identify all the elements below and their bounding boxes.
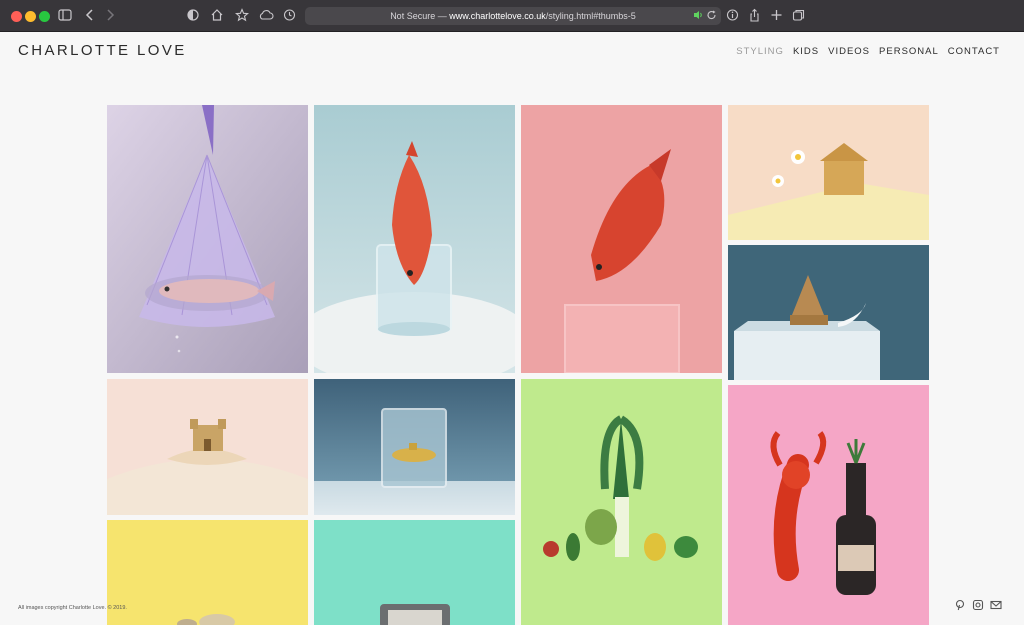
speaker-icon[interactable] <box>693 8 705 24</box>
thumbnail-vegetable-characters[interactable] <box>521 379 722 625</box>
nav-kids[interactable]: KIDS <box>793 46 819 57</box>
thumbnail-red-fish-pink[interactable] <box>521 105 722 373</box>
sidebar-icon[interactable] <box>58 8 74 24</box>
mail-icon[interactable] <box>990 598 1002 610</box>
thumbnail-house-daisy[interactable] <box>728 105 929 240</box>
history-icon[interactable] <box>283 8 297 24</box>
nav-contact[interactable]: CONTACT <box>948 46 1000 57</box>
web-page: CHARLOTTE LOVE STYLING KIDS VIDEOS PERSO… <box>0 33 1024 625</box>
forward-icon[interactable] <box>104 8 118 24</box>
pinterest-icon[interactable] <box>954 598 966 611</box>
copyright-text: All images copyright Charlotte Love. © 2… <box>18 605 127 611</box>
back-icon[interactable] <box>84 8 98 24</box>
thumbnail-fish-in-glass[interactable] <box>314 105 515 373</box>
tabs-icon[interactable] <box>792 8 806 24</box>
not-secure-label: Not Secure — <box>390 11 450 21</box>
nav-styling[interactable]: STYLING <box>736 46 784 57</box>
zoom-window-button[interactable] <box>39 11 50 22</box>
close-window-button[interactable] <box>11 11 22 22</box>
url-path: /styling.html#thumbs-5 <box>545 11 636 21</box>
new-tab-icon[interactable] <box>770 8 784 24</box>
home-icon[interactable] <box>210 8 226 24</box>
share-icon[interactable] <box>748 8 762 24</box>
url-host: www.charlottelove.co.uk <box>449 11 546 21</box>
thumbnail-sardine-tin[interactable] <box>314 520 515 625</box>
cloud-icon[interactable] <box>258 8 276 24</box>
nav-videos[interactable]: VIDEOS <box>828 46 870 57</box>
star-icon[interactable] <box>235 8 251 24</box>
url-text: Not Secure — www.charlottelove.co.uk/sty… <box>305 7 721 25</box>
browser-toolbar: Not Secure — www.charlottelove.co.uk/sty… <box>0 0 1024 32</box>
thumbnail-boat-plinth[interactable] <box>728 245 929 380</box>
reload-icon[interactable] <box>706 8 718 24</box>
thumbnail-submarine-glass[interactable] <box>314 379 515 515</box>
address-bar[interactable]: Not Secure — www.charlottelove.co.uk/sty… <box>305 7 721 25</box>
thumbnail-lobster-champagne[interactable] <box>728 385 929 625</box>
main-nav: STYLING KIDS VIDEOS PERSONAL CONTACT <box>736 46 1000 57</box>
site-logo[interactable]: CHARLOTTE LOVE <box>18 42 187 59</box>
thumbnail-sandcastle[interactable] <box>107 379 308 515</box>
thumbnail-yellow[interactable] <box>107 520 308 625</box>
shield-icon[interactable] <box>187 8 201 24</box>
minimize-window-button[interactable] <box>25 11 36 22</box>
info-icon[interactable] <box>726 8 740 24</box>
nav-personal[interactable]: PERSONAL <box>879 46 939 57</box>
thumbnail-fish-in-bag[interactable] <box>107 105 308 373</box>
instagram-icon[interactable] <box>972 598 984 611</box>
